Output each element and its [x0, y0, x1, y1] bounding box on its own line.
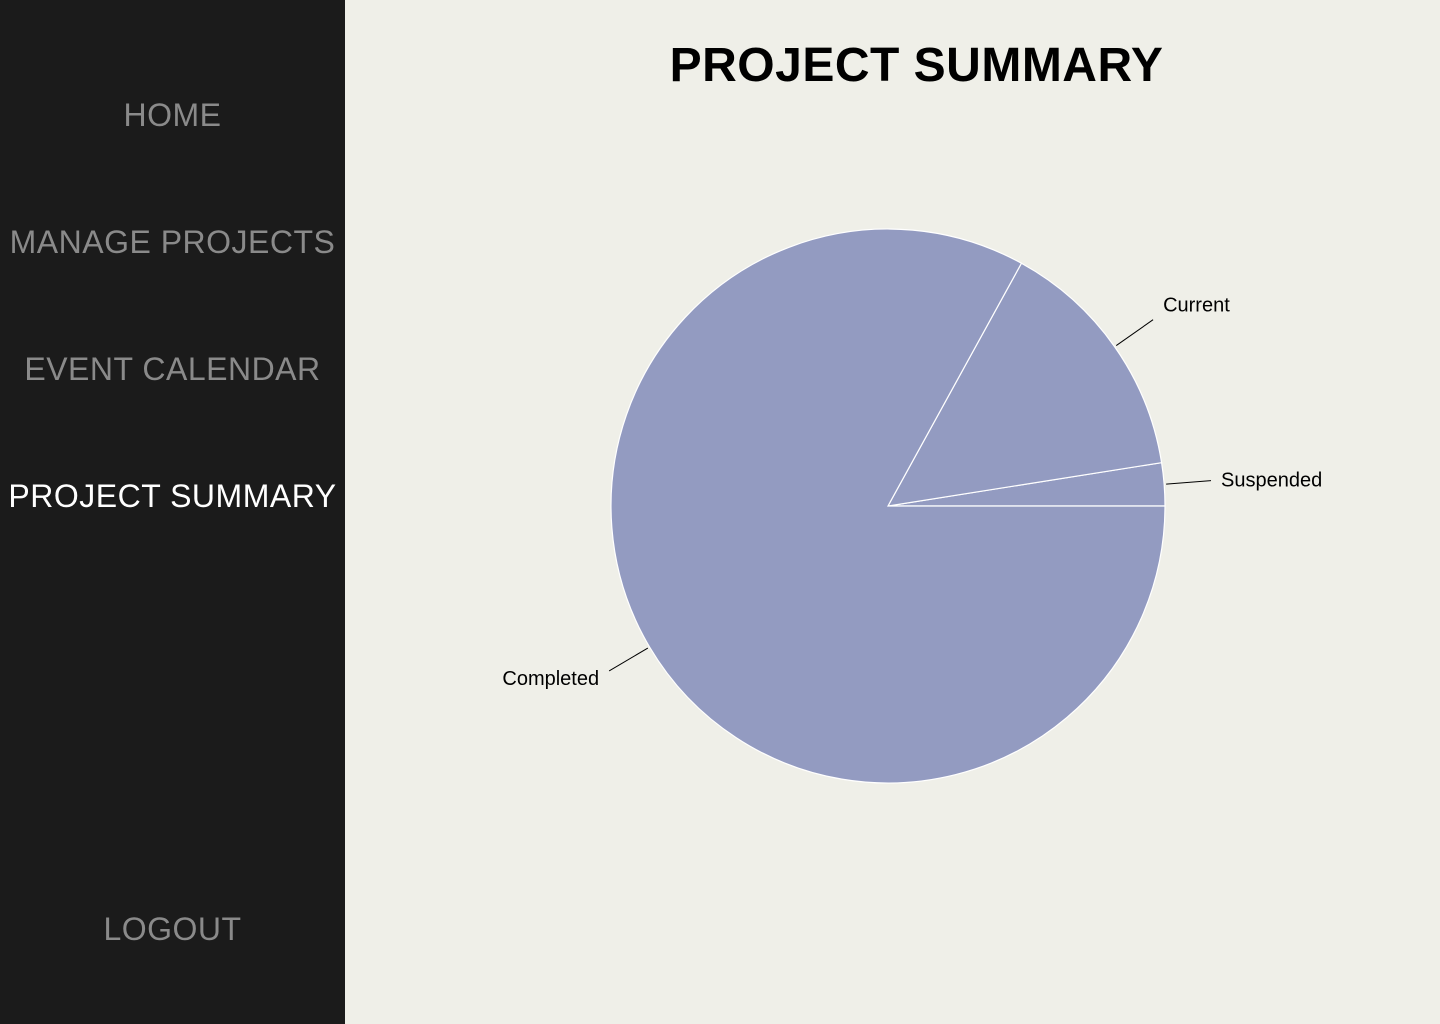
pie-label-current: Current — [1163, 295, 1230, 317]
pie-label-completed: Completed — [502, 668, 599, 690]
pie-label-suspended: Suspended — [1221, 470, 1322, 492]
pie-chart-container: Suspended Current Completed — [345, 0, 1440, 1024]
main-content: Suspended Current Completed PROJECT SUMMAR… — [345, 0, 1440, 1024]
page-title: PROJECT SUMMARY — [669, 39, 1164, 92]
pie-chart: Suspended Current Completed — [502, 228, 1322, 784]
sidebar-item-home[interactable]: HOME — [0, 95, 345, 135]
app-window: HOME MANAGE PROJECTS EVENT CALENDAR PROJ… — [0, 0, 1440, 1024]
sidebar: HOME MANAGE PROJECTS EVENT CALENDAR PROJ… — [0, 0, 345, 1024]
sidebar-item-event-calendar[interactable]: EVENT CALENDAR — [0, 349, 345, 389]
pie-leader-completed — [608, 647, 649, 672]
sidebar-item-project-summary[interactable]: PROJECT SUMMARY — [0, 476, 345, 516]
sidebar-item-manage-projects[interactable]: MANAGE PROJECTS — [0, 222, 345, 262]
pie-slices — [610, 228, 1166, 784]
pie-leader-suspended — [1166, 480, 1212, 485]
logout-button[interactable]: LOGOUT — [0, 909, 345, 949]
pie-leader-current — [1115, 319, 1154, 346]
